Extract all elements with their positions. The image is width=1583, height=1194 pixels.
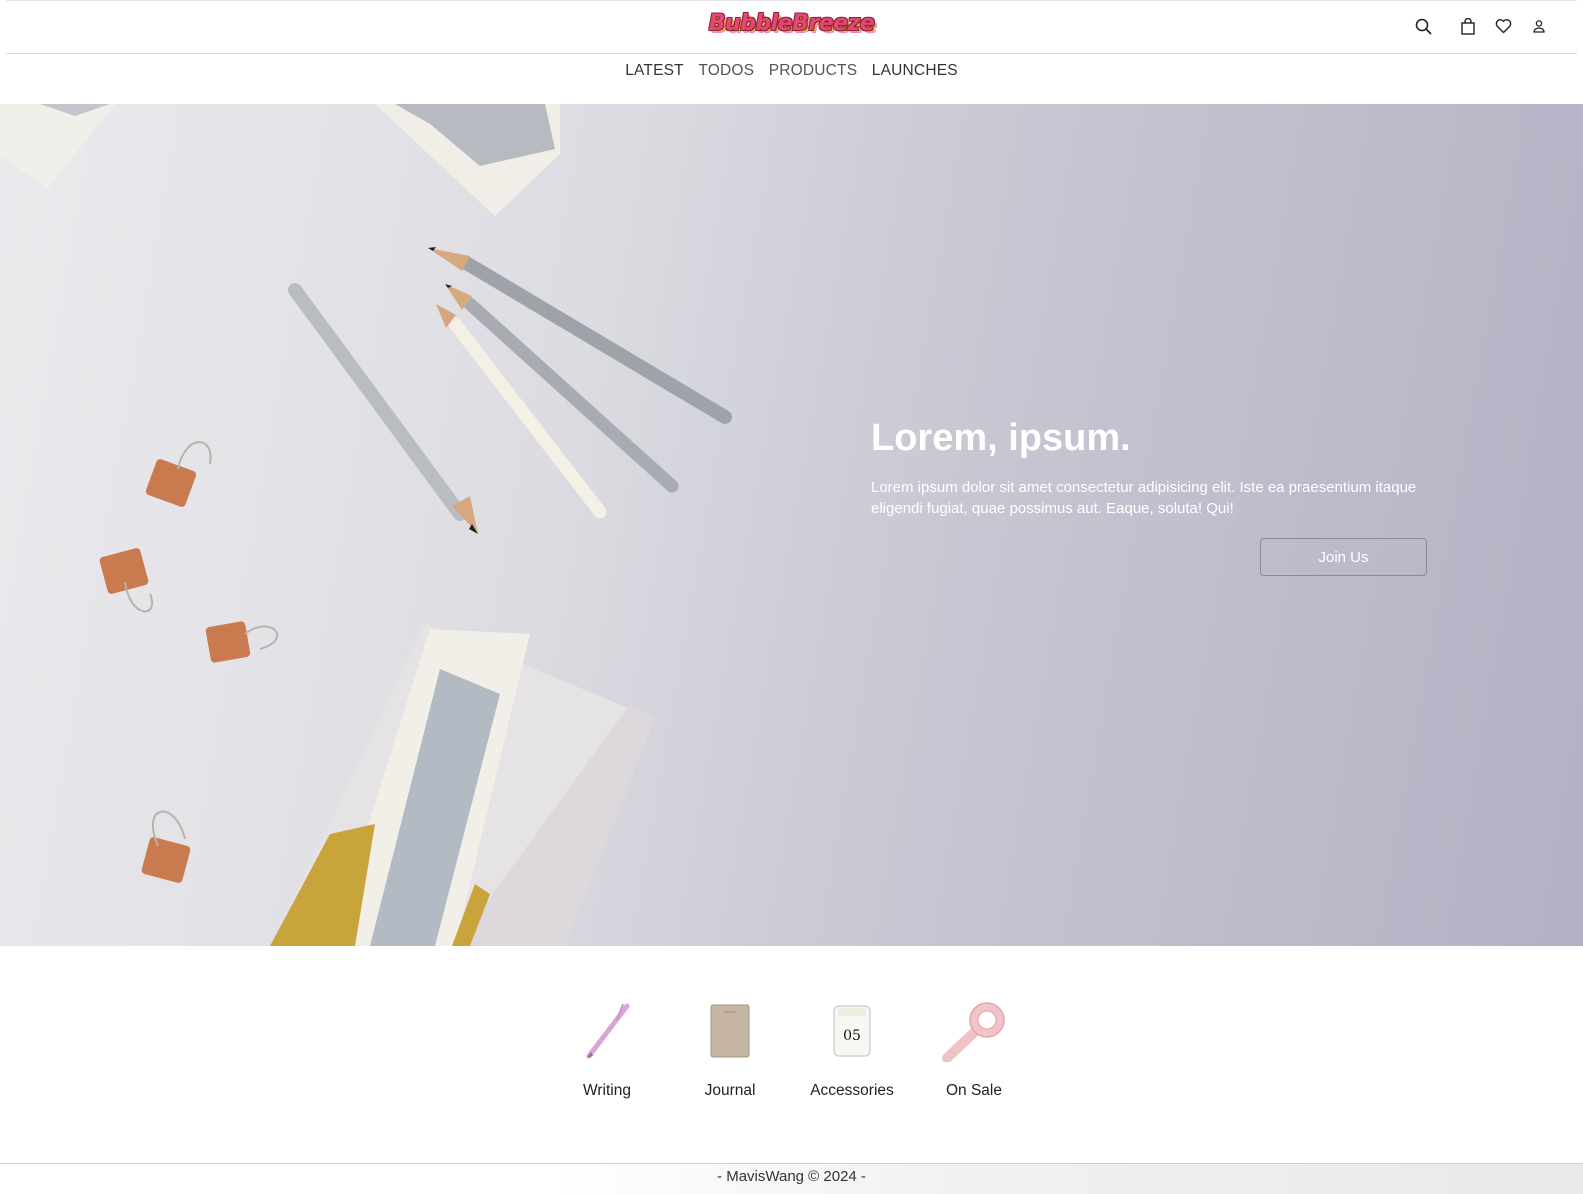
category-on-sale[interactable]: On Sale [919,996,1029,1100]
join-us-button[interactable]: Join Us [1260,538,1427,576]
category-accessories[interactable]: 05 Accessories [797,996,907,1100]
hero-description: Lorem ipsum dolor sit amet consectetur a… [871,479,1417,517]
hero-banner: Lorem, ipsum. Lorem ipsum dolor sit amet… [0,104,1583,946]
nav-item-products[interactable]: PRODUCTS [769,62,858,80]
nav-item-todos[interactable]: TODOS [698,62,754,80]
category-label: Writing [583,1082,631,1099]
candle-icon: 05 [817,996,887,1066]
category-journal[interactable]: Journal [675,996,785,1100]
category-label: Accessories [810,1082,894,1099]
search-icon[interactable] [1412,15,1434,37]
pen-icon [572,996,642,1066]
heart-icon[interactable] [1492,15,1514,37]
top-bar: BubbleBreeze [6,0,1577,54]
footer: - MavisWang © 2024 - [0,1163,1583,1194]
category-writing[interactable]: Writing [552,996,662,1100]
user-icon[interactable] [1528,15,1550,37]
main-nav: LATEST TODOS PRODUCTS LAUNCHES [0,62,1583,80]
shopping-bag-icon[interactable] [1457,15,1479,37]
washi-tape-icon [939,996,1009,1066]
nav-item-launches[interactable]: LAUNCHES [872,62,958,80]
candle-number: 05 [843,1028,861,1044]
header-icons [1412,15,1552,37]
notebook-icon [695,996,765,1066]
category-label: On Sale [945,1082,1002,1099]
hero-background-image [0,104,732,946]
hero-title: Lorem, ipsum. [871,417,1131,459]
footer-copyright: - MavisWang © 2024 - [717,1168,866,1185]
nav-item-latest[interactable]: LATEST [625,62,684,80]
category-label: Journal [704,1082,756,1099]
brand-logo[interactable]: BubbleBreeze [709,11,875,36]
